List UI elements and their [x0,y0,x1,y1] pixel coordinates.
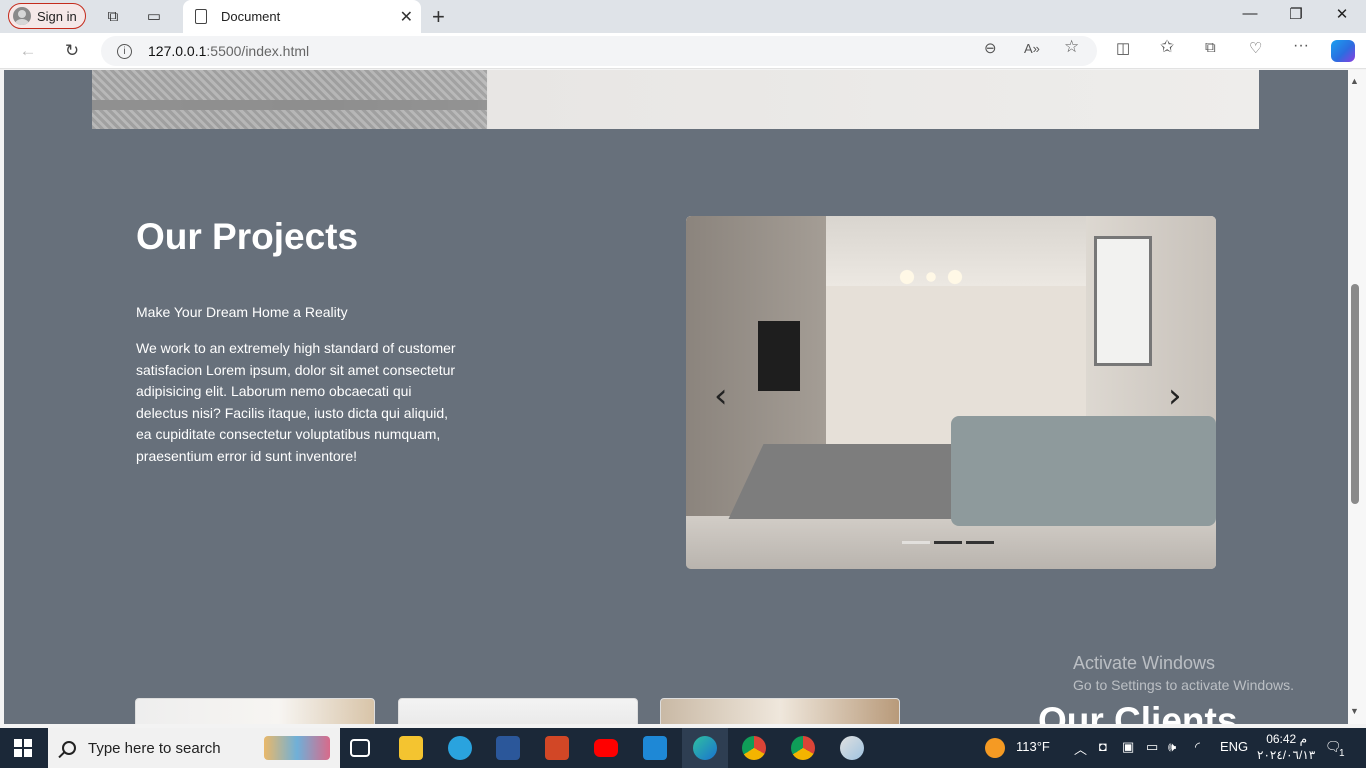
slide-chandelier [891,256,971,291]
activate-windows-subtitle: Go to Settings to activate Windows. [1073,677,1294,693]
youtube-icon[interactable] [594,739,618,757]
url-host: 127.0.0.1 [148,43,207,59]
telegram-icon[interactable] [448,736,472,760]
meet-icon[interactable]: ◘ [1099,739,1107,754]
more-menu-icon[interactable]: ··· [1293,37,1309,55]
security-icon[interactable]: ▣ [1122,739,1134,755]
task-view-icon[interactable] [350,739,370,757]
address-bar[interactable]: i 127.0.0.1:5500/index.html [101,36,1097,66]
project-card[interactable] [398,698,638,724]
split-screen-icon[interactable]: ◫ [1116,39,1130,57]
project-card[interactable] [135,698,375,724]
chrome-profile-icon[interactable] [791,736,815,760]
refresh-icon[interactable]: ↻ [61,40,83,62]
wifi-icon[interactable]: ◜ [1195,739,1200,755]
clock[interactable]: 06:42 م ٢٠٢٤/٠٦/١٣ [1257,731,1316,763]
scroll-down-icon[interactable]: ▼ [1350,706,1359,716]
favorite-star-icon[interactable]: ☆ [1064,37,1079,57]
tab-document[interactable]: Document ✕ [183,0,421,33]
search-highlight-image[interactable] [264,736,330,760]
projects-subtitle: Make Your Dream Home a Reality [136,304,348,320]
vscode-icon[interactable] [643,736,667,760]
slide-artwork [1094,236,1152,366]
clock-time: 06:42 م [1266,732,1307,746]
language-indicator[interactable]: ENG [1220,739,1248,754]
read-aloud-icon[interactable]: A» [1024,41,1040,56]
restore-button[interactable]: ❐ [1284,5,1308,23]
chrome-icon[interactable] [742,736,766,760]
projects-title: Our Projects [136,216,359,257]
search-icon [62,741,76,755]
projects-description: We work to an extremely high standard of… [136,340,456,464]
signin-button[interactable]: Sign in [8,3,86,29]
weather-icon[interactable] [985,738,1005,758]
collections-icon[interactable]: ⧉ [1205,39,1216,56]
url-path: :5500/index.html [206,43,310,59]
new-tab-button[interactable]: + [432,4,445,30]
carousel-indicator[interactable] [902,541,930,544]
file-explorer-icon[interactable] [399,736,423,760]
workspaces-icon[interactable]: ⧉ [103,6,123,26]
notification-count: 1 [1339,748,1345,759]
hero-sofa-image [92,70,487,129]
page-viewport: Our Projects Make Your Dream Home a Real… [4,70,1348,724]
close-window-button[interactable]: ✕ [1330,5,1354,23]
carousel-indicator[interactable] [934,541,962,544]
volume-icon[interactable]: 🕪 [1168,739,1176,755]
favorites-icon[interactable]: ✩ [1160,37,1174,57]
browser-titlebar: Sign in ⧉ ▭ Document ✕ + — ❐ ✕ [0,0,1366,33]
carousel-indicator[interactable] [966,541,994,544]
tab-title: Document [221,9,281,24]
browser-navbar: ← ↻ i 127.0.0.1:5500/index.html ⊖ A» ☆ ◫… [0,33,1366,69]
tab-actions-icon[interactable]: ▭ [144,6,164,26]
start-button[interactable] [14,739,32,757]
document-icon [195,9,207,24]
edge-icon[interactable] [693,736,717,760]
signin-label: Sign in [37,8,77,24]
word-icon[interactable] [496,736,520,760]
site-info-icon[interactable]: i [117,43,132,59]
clock-date: ٢٠٢٤/٠٦/١٣ [1257,748,1316,762]
carousel-indicators [902,541,994,544]
show-hidden-icons[interactable]: ︿ [1074,739,1087,758]
activate-windows-title: Activate Windows [1073,653,1216,673]
project-card[interactable] [660,698,900,724]
projects-carousel[interactable]: ‹ › [686,216,1216,569]
scroll-up-icon[interactable]: ▲ [1350,76,1359,86]
slide-tv [758,321,800,391]
windows-taskbar: Type here to search 113°F ︿ ◘ ▣ ▭ 🕪 ◜ EN… [0,728,1366,768]
carousel-prev-button[interactable]: ‹ [714,376,728,416]
battery-icon[interactable]: ▭ [1146,739,1158,755]
back-icon[interactable]: ← [17,40,39,62]
search-placeholder: Type here to search [88,739,221,757]
weather-temp[interactable]: 113°F [1016,739,1050,754]
profile-icon [13,7,31,25]
scrollbar-thumb[interactable] [1351,284,1359,504]
hero-image [92,70,1259,129]
paint-icon[interactable] [840,736,864,760]
slide-sofa [951,416,1216,526]
powerpoint-icon[interactable] [545,736,569,760]
browser-essentials-icon[interactable]: ♡ [1249,39,1262,57]
carousel-next-button[interactable]: › [1168,376,1182,416]
clients-title: Our Clients [1038,700,1238,724]
copilot-icon[interactable] [1331,40,1355,62]
zoom-icon[interactable]: ⊖ [984,39,997,57]
close-tab-icon[interactable]: ✕ [400,7,413,27]
minimize-button[interactable]: — [1238,5,1262,22]
